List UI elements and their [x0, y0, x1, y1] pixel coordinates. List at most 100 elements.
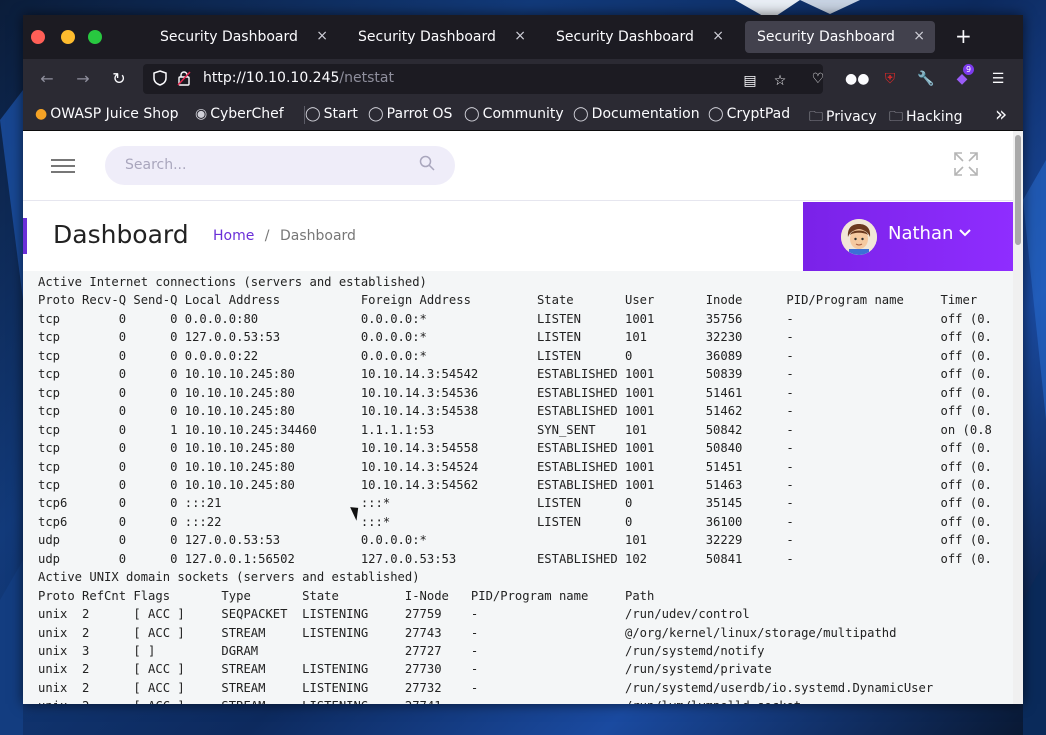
netstat-line: unix 3 [ ] DGRAM 27727 - /run/systemd/no…: [38, 644, 765, 658]
tab-title: Security Dashboard: [556, 29, 694, 45]
bookmark-folder-privacy[interactable]: 🗀 Privacy: [809, 106, 877, 130]
tab-close-icon[interactable]: ×: [913, 28, 925, 44]
url-path: /netstat: [339, 70, 394, 86]
tab-close-icon[interactable]: ×: [316, 28, 328, 44]
bookmark-owasp-juice-shop[interactable]: ● OWASP Juice Shop: [35, 106, 179, 122]
netstat-line: unix 2 [ ACC ] STREAM LISTENING 27732 - …: [38, 680, 934, 695]
extension-icon[interactable]: ◆ 9: [953, 64, 975, 88]
tab-3[interactable]: Security Dashboard ×: [544, 21, 734, 53]
netstat-line: tcp6 0 0 :::22 :::* LISTEN 0 36100 - off…: [38, 514, 992, 529]
menu-hamburger-icon[interactable]: ☰: [989, 70, 1007, 88]
tab-close-icon[interactable]: ×: [712, 28, 724, 44]
netstat-line: Active UNIX domain sockets (servers and …: [38, 570, 420, 585]
netstat-line: tcp 0 0 0.0.0.0:80 0.0.0.0:* LISTEN 1001…: [38, 311, 992, 326]
url-text[interactable]: http://10.10.10.245/netstat: [203, 70, 394, 86]
search-icon[interactable]: [419, 155, 435, 175]
tab-4-active[interactable]: Security Dashboard ×: [745, 21, 935, 53]
bookmarks-toolbar: ● OWASP Juice Shop ◉ CyberChef ◯ Start ◯ Par…: [23, 99, 1023, 131]
bookmark-start[interactable]: ◯ Start: [305, 106, 358, 122]
url-host: http://10.10.10.245: [203, 70, 340, 86]
ublock-icon[interactable]: ⛨: [881, 70, 899, 88]
chevron-down-icon: [959, 226, 971, 241]
maximize-window-button[interactable]: [88, 30, 102, 44]
bookmark-cryptpad[interactable]: ◯ CryptPad: [708, 106, 790, 122]
netstat-line: tcp6 0 0 :::21 :::* LISTEN 0 35145 - off…: [38, 496, 992, 511]
back-arrow-icon[interactable]: ←: [37, 69, 57, 89]
close-window-button[interactable]: [31, 30, 45, 44]
page-scrollbar[interactable]: [1013, 131, 1023, 704]
tab-2[interactable]: Security Dashboard ×: [346, 21, 536, 53]
sidebar-toggle-icon[interactable]: [51, 157, 77, 175]
user-menu[interactable]: Nathan: [803, 202, 1013, 271]
search-input[interactable]: Search...: [125, 157, 186, 173]
extension-badge: 9: [963, 64, 975, 75]
bookmark-cyberchef[interactable]: ◉ CyberChef: [195, 106, 284, 122]
netstat-line: Active Internet connections (servers and…: [38, 275, 427, 289]
breadcrumb-separator: /: [264, 228, 270, 244]
folder-icon: 🗀: [889, 109, 903, 125]
globe-icon: ◯: [708, 106, 724, 122]
url-bar[interactable]: http://10.10.10.245/netstat ▤ ☆: [143, 64, 823, 94]
page-header: Dashboard Home / Dashboard Nathan: [23, 202, 1013, 271]
netstat-line: Proto RefCnt Flags Type State I-Node PID…: [38, 588, 655, 603]
bookmark-label: Community: [482, 106, 564, 122]
bookmark-label: Hacking: [906, 109, 963, 125]
bookmark-star-icon[interactable]: ☆: [771, 72, 789, 90]
tab-1[interactable]: Security Dashboard ×: [148, 21, 338, 53]
netstat-line: tcp 0 0 10.10.10.245:80 10.10.14.3:54538…: [38, 404, 992, 419]
scrollbar-thumb[interactable]: [1015, 135, 1021, 245]
breadcrumb-home-link[interactable]: Home: [213, 228, 254, 244]
juice-icon: ●: [35, 106, 48, 122]
netstat-line: unix 2 [ ACC ] SEQPACKET LISTENING 27759…: [38, 607, 750, 622]
fullscreen-icon[interactable]: [953, 151, 981, 179]
bookmark-label: Parrot OS: [386, 106, 453, 122]
folder-icon: 🗀: [809, 109, 823, 125]
insecure-lock-icon[interactable]: [177, 70, 191, 90]
bookmarks-overflow-button[interactable]: »: [995, 102, 1007, 126]
netstat-line: tcp 0 0 0.0.0.0:22 0.0.0.0:* LISTEN 0 36…: [38, 348, 992, 363]
netstat-line: unix 2 [ ACC ] STREAM LISTENING 27741 - …: [38, 697, 801, 704]
pocket-icon[interactable]: ♡: [809, 70, 827, 88]
new-tab-button[interactable]: +: [955, 25, 972, 47]
bookmark-label: Documentation: [591, 106, 700, 122]
netstat-line: udp 0 0 127.0.0.53:53 0.0.0.0:* 101 3222…: [38, 533, 992, 548]
wrench-icon[interactable]: 🔧: [917, 70, 935, 88]
netstat-line: tcp 0 1 10.10.10.245:34460 1.1.1.1:53 SY…: [38, 422, 992, 437]
netstat-output: Active Internet connections (servers and…: [23, 271, 1013, 704]
globe-icon: ◯: [368, 106, 384, 122]
bookmark-label: OWASP Juice Shop: [50, 106, 179, 122]
bookmark-label: Start: [323, 106, 358, 122]
bookmark-documentation[interactable]: ◯ Documentation: [573, 106, 700, 122]
netstat-line: Proto Recv-Q Send-Q Local Address Foreig…: [38, 293, 978, 308]
reload-icon[interactable]: ↻: [109, 69, 129, 89]
bookmark-label: Privacy: [826, 109, 877, 125]
search-box[interactable]: Search...: [105, 146, 455, 185]
netstat-line: tcp 0 0 10.10.10.245:80 10.10.14.3:54524…: [38, 459, 992, 474]
tab-close-icon[interactable]: ×: [514, 28, 526, 44]
netstat-line: unix 2 [ ACC ] STREAM LISTENING 27730 - …: [38, 662, 772, 677]
bookmark-label: CryptPad: [726, 106, 791, 122]
globe-icon: ◯: [305, 106, 321, 122]
private-mask-icon[interactable]: ●●: [845, 70, 869, 88]
globe-icon: ◯: [464, 106, 480, 122]
bookmark-folder-hacking[interactable]: 🗀 Hacking: [889, 106, 963, 130]
netstat-line: tcp 0 0 10.10.10.245:80 10.10.14.3:54562…: [38, 477, 992, 492]
reader-mode-icon[interactable]: ▤: [741, 72, 759, 90]
shield-icon[interactable]: [153, 70, 167, 90]
tab-title: Security Dashboard: [358, 29, 496, 45]
netstat-line: tcp 0 0 10.10.10.245:80 10.10.14.3:54558…: [38, 441, 992, 456]
avatar: [841, 219, 877, 255]
netstat-line: tcp 0 0 127.0.0.53:53 0.0.0.0:* LISTEN 1…: [38, 330, 992, 345]
bookmark-parrot-os[interactable]: ◯ Parrot OS: [368, 106, 452, 122]
bookmark-label: CyberChef: [210, 106, 284, 122]
breadcrumb: Home / Dashboard: [213, 228, 356, 244]
netstat-line: unix 2 [ ACC ] STREAM LISTENING 27743 - …: [38, 625, 897, 640]
page-title: Dashboard: [53, 220, 189, 249]
top-navbar: Search...: [23, 131, 1013, 201]
forward-arrow-icon[interactable]: →: [73, 69, 93, 89]
bookmark-community[interactable]: ◯ Community: [464, 106, 564, 122]
minimize-window-button[interactable]: [61, 30, 75, 44]
page-content: Search... Dashboard Home / Dashboard Nat…: [23, 131, 1013, 704]
browser-window: Security Dashboard × Security Dashboard …: [23, 15, 1023, 704]
netstat-line: tcp 0 0 10.10.10.245:80 10.10.14.3:54536…: [38, 385, 992, 400]
